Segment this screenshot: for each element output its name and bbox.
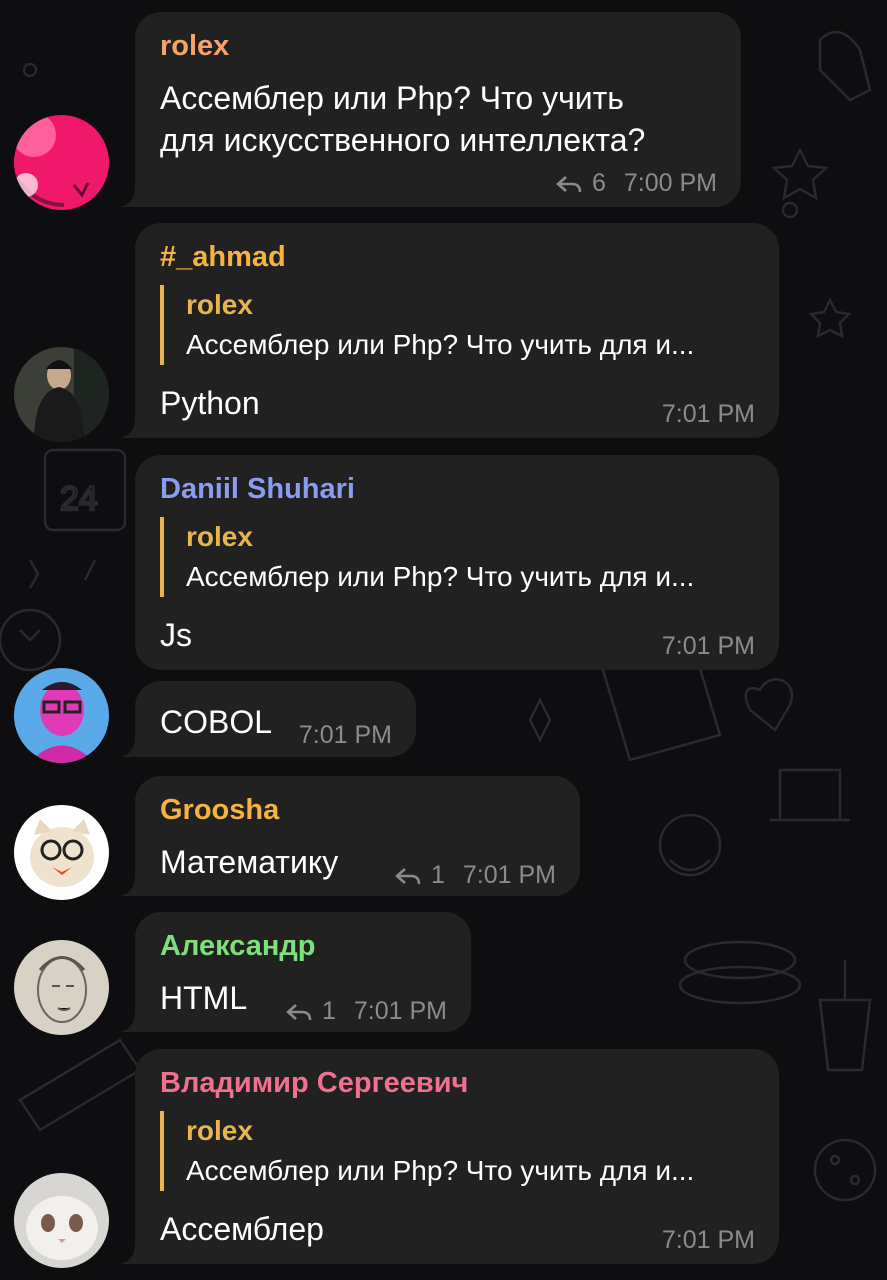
author-name[interactable]: rolex — [160, 30, 229, 63]
author-name[interactable]: #_ahmad — [160, 241, 286, 274]
author-name[interactable]: Владимир Сергеевич — [160, 1067, 468, 1100]
message-bubble[interactable]: Daniil Shuhari rolex Ассемблер или Php? … — [135, 455, 779, 670]
message-text-line2: для искусственного интеллекта? — [160, 122, 646, 158]
reply-count[interactable]: 1 — [431, 861, 445, 890]
message-text: HTML — [160, 980, 248, 1016]
avatar-daniil[interactable] — [14, 668, 109, 763]
message-meta: 1 7:01 PM — [286, 997, 447, 1026]
reply-quote[interactable]: rolex Ассемблер или Php? Что учить для и… — [160, 285, 771, 365]
quote-text: Ассемблер или Php? Что учить для и... — [186, 561, 695, 592]
message-meta: 7:01 PM — [662, 1226, 755, 1255]
reply-icon[interactable] — [286, 1003, 312, 1021]
message-text-line1: Ассемблер или Php? Что учить — [160, 80, 624, 116]
white-cat-avatar-icon — [14, 1173, 109, 1268]
quote-author: rolex — [186, 521, 253, 552]
message-text: Ассемблер — [160, 1211, 324, 1247]
reply-icon[interactable] — [556, 175, 582, 193]
reply-quote[interactable]: rolex Ассемблер или Php? Что учить для и… — [160, 517, 771, 597]
message-meta: 1 7:01 PM — [395, 861, 556, 890]
message-bubble[interactable]: Владимир Сергеевич rolex Ассемблер или P… — [121, 1049, 779, 1264]
pink-avatar-icon — [14, 115, 109, 210]
message-time: 7:01 PM — [462, 861, 556, 889]
message-time: 7:01 PM — [353, 997, 447, 1025]
avatar-aleksandr[interactable] — [14, 940, 109, 1035]
message-text: COBOL — [160, 704, 273, 740]
blue-selfie-avatar-icon — [14, 668, 109, 763]
message-bubble[interactable]: Groosha Математику 1 7:01 PM — [121, 776, 580, 896]
pencil-sketch-avatar-icon — [14, 940, 109, 1035]
avatar-ahmad[interactable] — [14, 347, 109, 442]
message-time: 7:01 PM — [661, 400, 755, 428]
quote-author: rolex — [186, 289, 253, 320]
message-time: 7:01 PM — [661, 1226, 755, 1254]
message-text: Математику — [160, 844, 339, 880]
author-name[interactable]: Groosha — [160, 794, 279, 827]
quote-text: Ассемблер или Php? Что учить для и... — [186, 329, 695, 360]
message-bubble[interactable]: rolex Ассемблер или Php? Что учить для и… — [121, 12, 741, 207]
message-bubble[interactable]: #_ahmad rolex Ассемблер или Php? Что учи… — [121, 223, 779, 438]
author-name[interactable]: Daniil Shuhari — [160, 473, 355, 506]
message-meta: 7:01 PM — [662, 400, 755, 429]
message-meta: 7:01 PM — [662, 632, 755, 661]
message-meta: 6 7:00 PM — [556, 169, 717, 198]
author-name[interactable]: Александр — [160, 930, 316, 963]
svg-text:24: 24 — [60, 480, 98, 518]
reply-count[interactable]: 6 — [592, 169, 606, 198]
cat-with-glasses-avatar-icon — [14, 805, 109, 900]
avatar-vladimir[interactable] — [14, 1173, 109, 1268]
message-meta: 7:01 PM — [299, 721, 392, 750]
message-time: 7:00 PM — [623, 169, 717, 197]
reply-icon[interactable] — [395, 867, 421, 885]
message-bubble[interactable]: COBOL 7:01 PM — [121, 681, 416, 757]
quote-author: rolex — [186, 1115, 253, 1146]
message-time: 7:01 PM — [661, 632, 755, 660]
quote-text: Ассемблер или Php? Что учить для и... — [186, 1155, 695, 1186]
message-text: Python — [160, 385, 260, 421]
avatar-groosha[interactable] — [14, 805, 109, 900]
reply-count[interactable]: 1 — [322, 997, 336, 1026]
message-bubble[interactable]: Александр HTML 1 7:01 PM — [121, 912, 471, 1032]
avatar-rolex[interactable] — [14, 115, 109, 210]
message-text: Js — [160, 617, 192, 653]
hooded-person-avatar-icon — [14, 347, 109, 442]
reply-quote[interactable]: rolex Ассемблер или Php? Что учить для и… — [160, 1111, 771, 1191]
message-time: 7:01 PM — [298, 721, 392, 749]
